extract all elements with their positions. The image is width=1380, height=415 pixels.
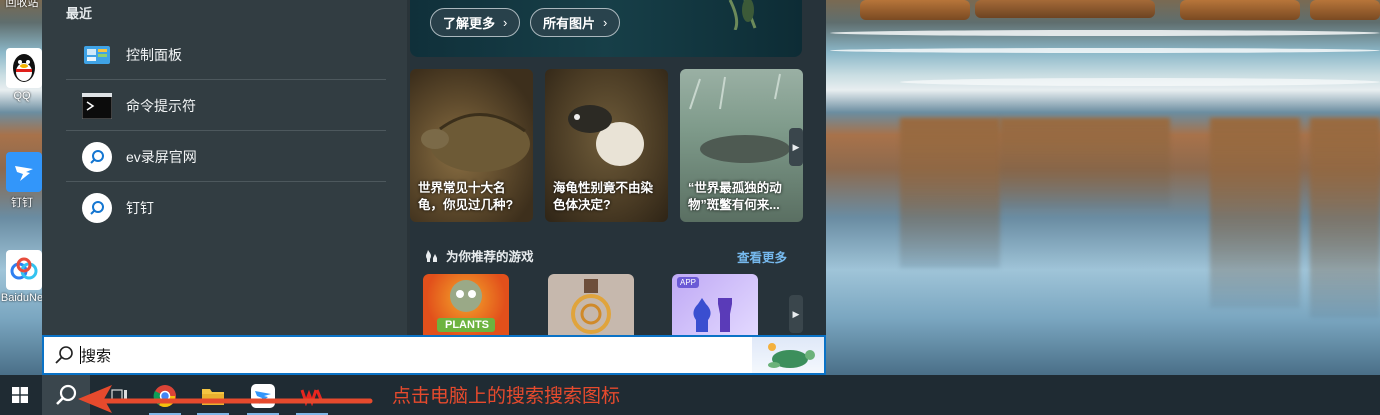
games-header-label: 为你推荐的游戏	[446, 250, 534, 264]
recent-item-icon-wrap	[82, 193, 112, 223]
news-card[interactable]: 世界常见十大名龟，你见过几种?	[410, 69, 533, 222]
game-tile-puzzle[interactable]	[548, 274, 634, 335]
recent-item-icon-wrap	[82, 141, 112, 172]
desktop-icon-qq[interactable]: QQ	[0, 48, 44, 102]
wallpaper-reflection	[1000, 118, 1170, 208]
news-next-button[interactable]: ▶	[789, 128, 803, 166]
game-tile-text: PLANTS	[445, 319, 489, 331]
game-tile-chess[interactable]: APP	[672, 274, 758, 335]
windows-logo-icon	[12, 387, 28, 403]
games-header: 为你推荐的游戏	[424, 246, 534, 265]
hero-plant-graphic	[728, 0, 757, 30]
recent-item-label: ev录屏官网	[126, 148, 197, 165]
wallpaper-rock	[860, 0, 970, 20]
search-icon	[82, 193, 112, 223]
wallpaper-reflection	[1210, 118, 1300, 308]
desktop-icon-baidu-netdisk[interactable]: BaiduNe	[0, 250, 44, 304]
turtle-image	[421, 113, 530, 172]
news-card[interactable]: 海龟性别竟不由染色体决定?	[545, 69, 668, 222]
wallpaper-rock	[1310, 0, 1380, 20]
all-images-label: 所有图片	[543, 16, 596, 31]
dingtalk-icon	[6, 152, 42, 192]
chevron-right-icon: ▶	[792, 141, 800, 152]
games-next-button[interactable]: ▶	[789, 295, 803, 333]
annotation-text: 点击电脑上的搜索搜索图标	[392, 386, 621, 407]
desktop-icon-label: QQ	[13, 90, 31, 102]
news-card-title: 海龟性别竟不由染色体决定?	[553, 181, 654, 212]
command-prompt-icon	[82, 91, 112, 121]
recent-title: 最近	[66, 6, 93, 21]
control-panel-icon	[82, 40, 112, 70]
search-box[interactable]: 搜索	[42, 335, 826, 375]
highlights-panel: 了解更多 › 所有图片 › 世界常见十大名龟，你见过几种? 海龟性别竟不由染色体决定…	[410, 0, 826, 335]
wallpaper-rock	[975, 0, 1155, 18]
chevron-right-icon: ▶	[792, 308, 800, 319]
search-icon	[55, 346, 73, 364]
chevron-right-icon: ›	[603, 15, 608, 30]
news-card-title: 世界常见十大名龟，你见过几种?	[418, 181, 514, 212]
recent-item-label: 命令提示符	[126, 97, 196, 114]
chess-piece-icon	[426, 249, 437, 262]
recent-item-command-prompt[interactable]: 命令提示符	[66, 81, 386, 131]
all-images-button[interactable]: 所有图片 ›	[530, 8, 621, 37]
daily-image-hero[interactable]: 了解更多 › 所有图片 ›	[410, 0, 802, 57]
recent-item-control-panel[interactable]: 控制面板	[66, 30, 386, 80]
recent-item-label: 钉钉	[126, 200, 154, 216]
desktop-icon-label: 钉钉	[11, 197, 33, 209]
wallpaper-rock	[1180, 0, 1300, 20]
desktop-icon-recycle-bin[interactable]: 回收站	[0, 0, 44, 10]
search-highlight-turtle-image	[752, 337, 824, 373]
recent-item-ev-website[interactable]: ev录屏官网	[66, 132, 386, 182]
qq-penguin-icon	[6, 48, 42, 88]
desktop-icon-dingtalk[interactable]: 钉钉	[0, 152, 44, 210]
recent-panel: 最近 控制面板 命令提示符 ev录屏官网 钉钉	[42, 0, 407, 335]
chevron-right-icon: ›	[503, 15, 508, 30]
wallpaper-wave	[830, 48, 1380, 53]
search-input[interactable]: 搜索	[81, 345, 111, 366]
taskbar: 点击电脑上的搜索搜索图标	[0, 375, 1380, 415]
wallpaper-reflection	[1310, 118, 1380, 318]
learn-more-label: 了解更多	[443, 16, 496, 31]
puzzle-rings-icon	[571, 279, 611, 334]
start-menu: 最近 控制面板 命令提示符 ev录屏官网 钉钉 了解更多 › 所有图片 › 世界…	[42, 0, 826, 375]
desktop-icon-label: 回收站	[5, 0, 39, 9]
windows-start-button[interactable]	[0, 375, 40, 415]
games-see-more-link[interactable]: 查看更多	[737, 247, 787, 266]
game-tile-plants-vs-zombies[interactable]: PLANTS	[423, 274, 509, 335]
sea-turtle-hatchling-image	[568, 105, 644, 166]
wallpaper-wave	[830, 30, 1380, 36]
wallpaper-wave	[900, 78, 1380, 86]
learn-more-button[interactable]: 了解更多 ›	[430, 8, 521, 37]
wallpaper-reflection	[900, 118, 1000, 268]
desktop-icon-label: BaiduNe	[0, 292, 44, 304]
app-badge: APP	[677, 277, 700, 288]
softshell-turtle-image	[689, 73, 790, 163]
news-card[interactable]: “世界最孤独的动物”斑鳖有何来...	[680, 69, 803, 222]
recent-item-label: 控制面板	[126, 46, 182, 63]
search-icon	[82, 141, 112, 172]
recent-item-dingtalk[interactable]: 钉钉	[66, 183, 386, 233]
news-card-title: “世界最孤独的动物”斑鳖有何来...	[688, 181, 782, 212]
annotation-arrow	[78, 385, 373, 413]
baidu-netdisk-icon	[6, 250, 42, 290]
